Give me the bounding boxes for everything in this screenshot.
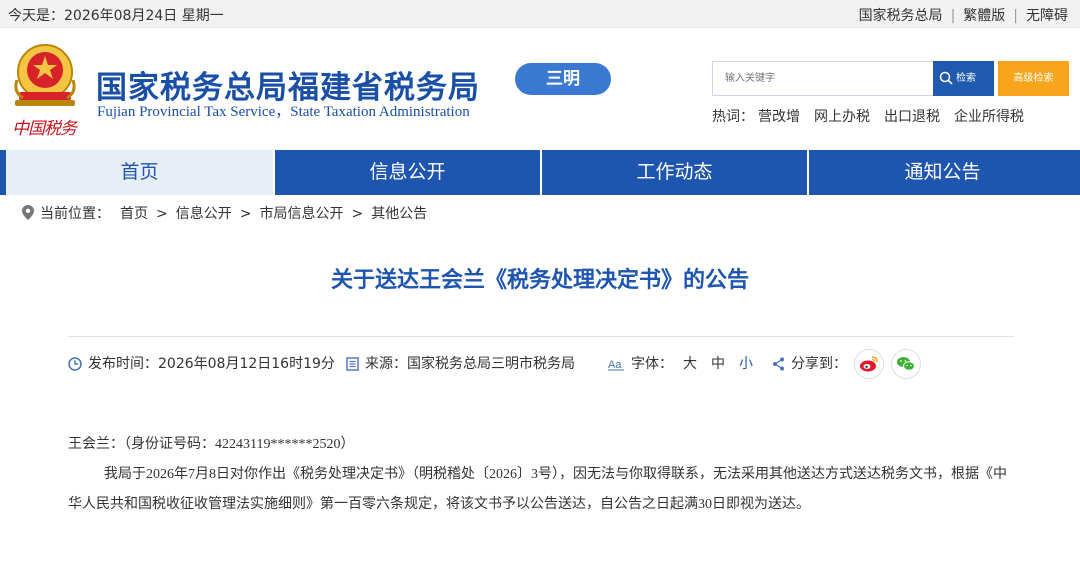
search-label: 检索 <box>956 73 976 84</box>
top-bar: 今天是：2026年08月24日 星期一 国家税务总局 | 繁體版 | 无障碍 <box>0 0 1080 28</box>
article-recipient: 王会兰：（身份证号码：42243119******2520） <box>68 437 355 452</box>
nav-item-work[interactable]: 工作动态 <box>542 150 809 195</box>
publish-time: 发布时间：2026年08月12日16时19分 <box>68 352 335 376</box>
font-size-icon: Aa <box>608 359 624 371</box>
article-body: 王会兰：（身份证号码：42243119******2520） 我局于2026年7… <box>68 430 1020 520</box>
nav-item-notice[interactable]: 通知公告 <box>809 150 1076 195</box>
breadcrumb-separator: > <box>156 206 168 222</box>
search-button[interactable]: 检索 <box>933 61 994 96</box>
search-icon <box>939 71 953 85</box>
source-value: 国家税务总局三明市税务局 <box>407 356 575 372</box>
wechat-icon <box>897 357 915 371</box>
hot-word-link[interactable]: 企业所得税 <box>954 109 1024 125</box>
publish-label: 发布时间： <box>88 356 158 372</box>
hot-words: 热词： 营改增 网上办税 出口退税 企业所得税 <box>712 106 1038 126</box>
tax-signature: 中国税务 <box>12 119 77 139</box>
divider: | <box>1013 8 1018 24</box>
breadcrumb-item[interactable]: 市局信息公开 <box>259 206 343 222</box>
weibo-icon <box>860 356 878 372</box>
site-header: 中国税务 国家税务总局福建省税务局 Fujian Provincial Tax … <box>0 28 1080 150</box>
hot-word-link[interactable]: 网上办税 <box>814 109 870 125</box>
share: 分享到： <box>772 352 847 376</box>
top-links: 国家税务总局 | 繁體版 | 无障碍 <box>859 5 1068 25</box>
breadcrumb-separator: > <box>239 206 252 222</box>
divider <box>68 336 1014 337</box>
breadcrumb-item[interactable]: 信息公开 <box>176 206 232 222</box>
weibo-share-button[interactable] <box>854 349 884 379</box>
nav-item-info[interactable]: 信息公开 <box>275 150 542 195</box>
font-size-medium[interactable]: 中 <box>711 356 725 372</box>
source-label: 来源： <box>365 356 407 372</box>
link-traditional[interactable]: 繁體版 <box>963 8 1005 24</box>
source: 来源：国家税务总局三明市税务局 <box>346 352 575 376</box>
font-size-label: 字体： <box>631 356 673 372</box>
breadcrumb-item[interactable]: 其他公告 <box>371 206 427 222</box>
document-icon <box>346 357 359 371</box>
link-sta[interactable]: 国家税务总局 <box>859 8 943 24</box>
nav-item-home[interactable]: 首页 <box>6 150 275 195</box>
svg-text:Aa: Aa <box>608 359 622 371</box>
location-pin-icon <box>22 205 34 220</box>
search-box <box>712 61 934 96</box>
share-icon <box>773 357 784 371</box>
hot-word-link[interactable]: 出口退税 <box>884 109 940 125</box>
breadcrumb: 当前位置： 首页 > 信息公开 > 市局信息公开 > 其他公告 <box>22 203 427 223</box>
article-paragraph: 我局于2026年7月8日对你作出《税务处理决定书》（明税稽处〔2026〕3号），… <box>68 467 1007 512</box>
breadcrumb-separator: > <box>351 206 364 222</box>
font-size-small[interactable]: 小 <box>739 356 753 372</box>
divider: | <box>950 8 956 24</box>
clock-icon <box>68 357 82 371</box>
hot-word-link[interactable]: 营改增 <box>758 109 800 125</box>
wechat-share-button[interactable] <box>891 349 921 379</box>
breadcrumb-label: 当前位置： <box>40 206 110 222</box>
font-size-control: Aa 字体： 大中小 <box>608 352 753 376</box>
current-date: 今天是：2026年08月24日 星期一 <box>8 8 224 24</box>
city-badge[interactable]: 三明 <box>515 63 611 95</box>
search-input[interactable] <box>713 62 933 95</box>
hot-words-label: 热词： <box>712 109 754 125</box>
site-subtitle: Fujian Provincial Tax Service，State Taxa… <box>97 104 470 120</box>
article-title: 关于送达王会兰《税务处理决定书》的公告 <box>330 268 749 293</box>
main-nav: 首页 信息公开 工作动态 通知公告 <box>0 150 1080 195</box>
link-accessibility[interactable]: 无障碍 <box>1026 8 1068 24</box>
tax-emblem-icon <box>14 44 76 106</box>
share-label: 分享到： <box>791 356 847 372</box>
font-size-large[interactable]: 大 <box>683 356 697 372</box>
breadcrumb-item[interactable]: 首页 <box>110 206 148 222</box>
publish-value: 2026年08月12日16时19分 <box>158 356 335 372</box>
advanced-search-button[interactable]: 高级检索 <box>998 61 1069 96</box>
